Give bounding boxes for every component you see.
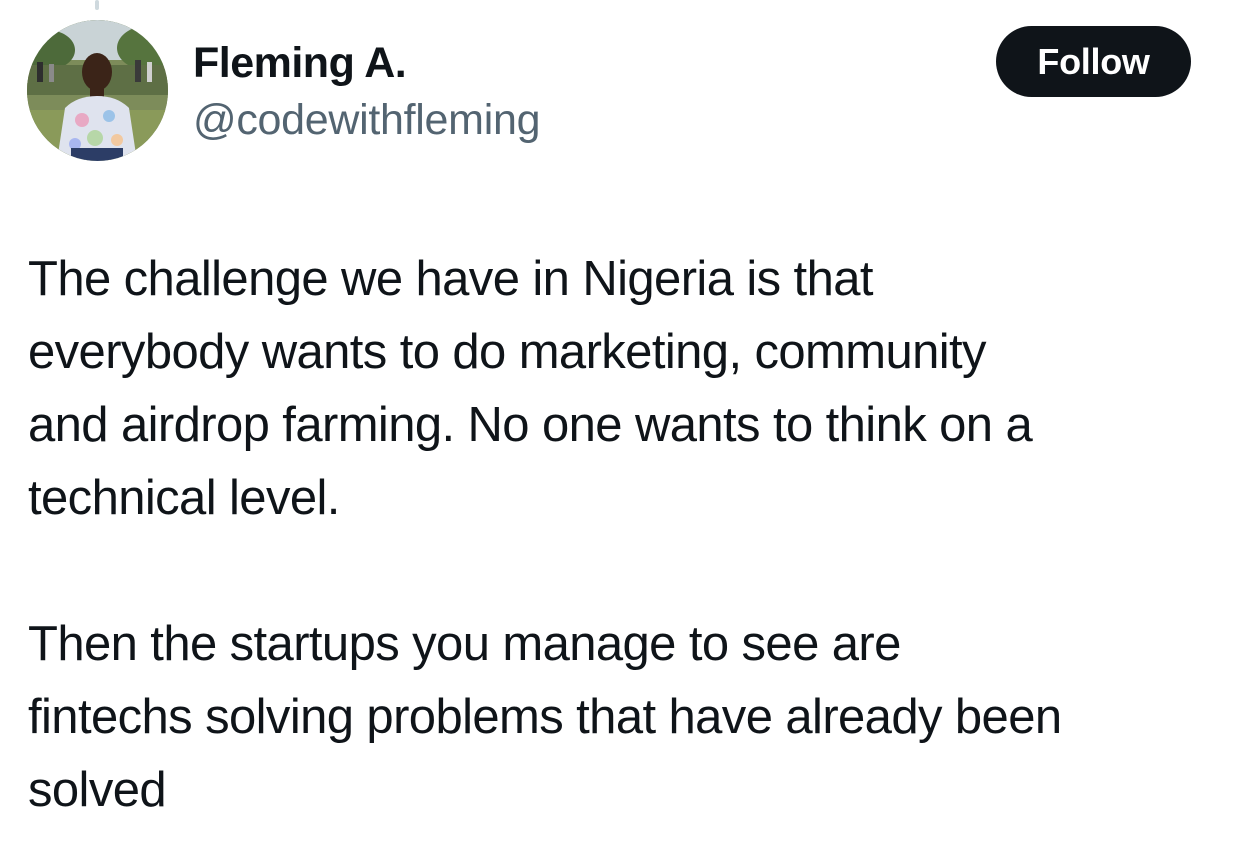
thread-connector-line	[95, 0, 99, 10]
tweet-paragraph: The challenge we have in Nigeria is that…	[28, 252, 1033, 525]
follow-button[interactable]: Follow	[996, 26, 1191, 97]
display-name[interactable]: Fleming A.	[193, 38, 540, 88]
tweet-text: The challenge we have in Nigeria is that…	[28, 243, 1228, 827]
tweet-paragraph: Then the startups you manage to see are …	[28, 617, 1062, 817]
author-info: Fleming A. @codewithfleming	[193, 38, 540, 146]
profile-photo-icon	[27, 20, 168, 161]
avatar[interactable]	[27, 20, 168, 161]
user-handle[interactable]: @codewithfleming	[193, 94, 540, 146]
